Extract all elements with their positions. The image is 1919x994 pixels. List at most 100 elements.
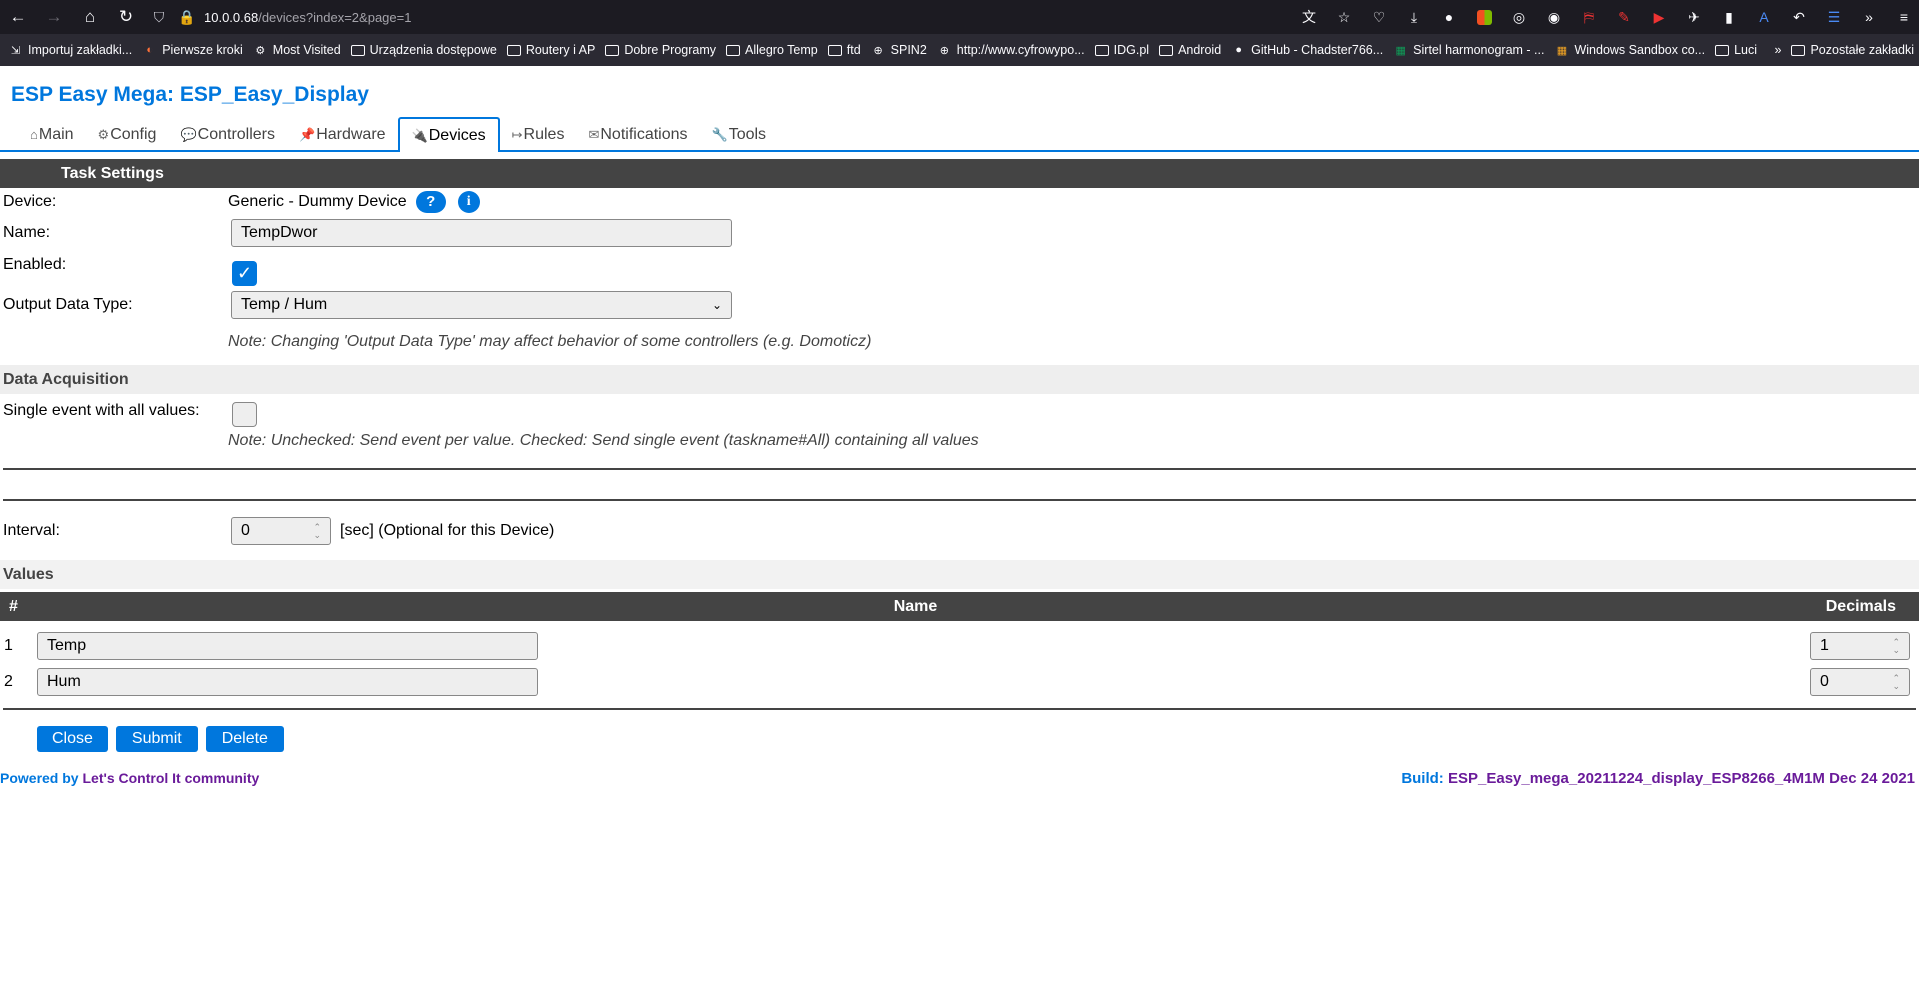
device-row: Device: Generic - Dummy Device ? i — [0, 188, 1919, 215]
value-decimals-input[interactable]: 1 ⌃ ⌄ — [1810, 632, 1910, 660]
extension-icon[interactable]: ✎ — [1609, 0, 1639, 34]
bookmark-item[interactable]: ftd — [823, 34, 866, 66]
value-decimals-input[interactable]: 0 ⌃ ⌄ — [1810, 668, 1910, 696]
extension-icon[interactable]: ⛿ — [1574, 0, 1604, 34]
spinner-icon[interactable]: ⌃ ⌄ — [1892, 674, 1900, 691]
submit-button[interactable]: Submit — [115, 726, 198, 752]
bookmark-item[interactable]: ⊕ SPIN2 — [866, 34, 932, 66]
device-label: Device: — [3, 192, 57, 210]
spinner-icon[interactable]: ⌃ ⌄ — [313, 522, 321, 539]
extension-icon[interactable]: ▮ — [1714, 0, 1744, 34]
bookmark-label: Most Visited — [272, 43, 341, 57]
bookmark-item[interactable]: Routery i AP — [502, 34, 600, 66]
tab-rules[interactable]: ↦ Rules — [500, 119, 577, 150]
powered-by: Powered by Let's Control It community — [0, 770, 259, 786]
bookmark-item[interactable]: Urządzenia dostępowe — [346, 34, 502, 66]
close-button[interactable]: Close — [37, 726, 108, 752]
main-icon: ⌂ — [30, 127, 38, 142]
back-icon[interactable]: ← — [0, 0, 36, 34]
forward-icon[interactable]: → — [36, 0, 72, 34]
output-note-row: Note: Changing 'Output Data Type' may af… — [0, 319, 1919, 365]
bookmark-item[interactable]: Android — [1154, 34, 1226, 66]
data-acquisition-header: Data Acquisition — [0, 365, 1919, 394]
devices-icon: 🔌 — [411, 127, 428, 143]
bookmark-item[interactable]: ⊕ http://www.cyfrowypo... — [932, 34, 1090, 66]
folder-icon — [726, 44, 741, 56]
tab-controllers[interactable]: 💬 Controllers — [168, 119, 287, 150]
bookmark-item[interactable]: Allegro Temp — [721, 34, 823, 66]
bookmarks-overflow-icon[interactable]: » — [1770, 34, 1787, 66]
enabled-checkbox[interactable]: ✓ — [232, 260, 257, 286]
list-icon[interactable]: ☰ — [1819, 0, 1849, 34]
tab-hardware[interactable]: 📌 Hardware — [287, 119, 398, 150]
extension-icon[interactable]: ◎ — [1504, 0, 1534, 34]
bookmark-item[interactable]: IDG.pl — [1090, 34, 1154, 66]
bookmark-item[interactable]: ● GitHub - Chadster766... — [1226, 34, 1388, 66]
reload-icon[interactable]: ↻ — [108, 0, 144, 34]
community-link[interactable]: Let's Control It community — [82, 770, 259, 786]
button-row: Close Submit Delete — [0, 710, 1919, 762]
single-event-checkbox[interactable] — [232, 402, 257, 427]
interval-label: Interval: — [3, 521, 60, 539]
bookmark-item[interactable]: ⇲ Importuj zakładki... — [0, 34, 137, 66]
extension-icon[interactable]: ● — [1434, 0, 1464, 34]
folder-icon — [1791, 44, 1806, 56]
bookmark-item[interactable]: Dobre Programy — [600, 34, 721, 66]
bookmark-item[interactable]: Luci — [1710, 34, 1762, 66]
url-host: 10.0.0.68 — [204, 9, 259, 25]
delete-button[interactable]: Delete — [205, 726, 284, 752]
tab-label: Tools — [728, 125, 767, 143]
tab-config[interactable]: ⚙ Config — [86, 119, 169, 150]
name-input[interactable]: TempDwor — [231, 218, 732, 247]
page-title[interactable]: ESP Easy Mega: ESP_Easy_Display — [0, 66, 1919, 119]
bookmark-item[interactable]: ⚙ Most Visited — [248, 34, 346, 66]
bookmark-item[interactable]: ▦ Sirtel harmonogram - ... — [1388, 34, 1549, 66]
url-path: /devices?index=2&page=1 — [258, 9, 412, 25]
translate-icon[interactable]: 文 — [1294, 0, 1324, 34]
interval-input[interactable]: 0 ⌃ ⌄ — [231, 516, 331, 545]
other-bookmarks-label: Pozostałe zakładki — [1810, 43, 1914, 57]
microsoft-icon[interactable] — [1469, 0, 1499, 34]
address-bar[interactable]: ⛉ 🔒 10.0.0.68/devices?index=2&page=1 — [148, 0, 412, 34]
shield-icon[interactable]: ⛉ — [148, 9, 170, 26]
globe-icon: ⊕ — [873, 44, 883, 57]
lock-icon[interactable]: 🔒 — [176, 9, 198, 26]
bookmark-item[interactable]: ▦ Windows Sandbox co... — [1549, 34, 1710, 66]
tab-main[interactable]: ⌂ Main — [18, 119, 86, 150]
youtube-icon[interactable]: ▶ — [1644, 0, 1674, 34]
single-event-note: Note: Unchecked: Send event per value. C… — [228, 432, 979, 449]
col-num: # — [9, 597, 18, 615]
controllers-icon: 💬 — [180, 126, 197, 142]
pocket-icon[interactable]: ♡ — [1364, 0, 1394, 34]
value-name-input[interactable]: Hum — [37, 668, 538, 696]
spinner-icon[interactable]: ⌃ ⌄ — [1892, 638, 1900, 655]
other-bookmarks[interactable]: Pozostałe zakładki — [1786, 34, 1919, 66]
info-icon[interactable]: i — [457, 190, 480, 213]
output-type-select[interactable]: Temp / Hum ⌄ — [231, 290, 732, 319]
undo-icon[interactable]: ↶ — [1784, 0, 1814, 34]
star-icon[interactable]: ☆ — [1329, 0, 1359, 34]
values-rows: 1 Temp 1 ⌃ ⌄ 2 Hum 0 ⌃ ⌄ — [0, 621, 1919, 700]
single-event-label: Single event with all values: — [3, 402, 200, 419]
sheets-icon: ▦ — [1395, 44, 1406, 57]
menu-icon[interactable]: ≡ — [1889, 0, 1919, 34]
tab-label: Notifications — [600, 125, 688, 143]
bookmark-label: Android — [1178, 43, 1222, 57]
help-icon[interactable]: ? — [415, 190, 446, 213]
extension-icon[interactable]: ◉ — [1539, 0, 1569, 34]
download-icon[interactable]: ⤓ — [1399, 0, 1429, 34]
output-type-label: Output Data Type: — [3, 295, 133, 313]
col-decimals: Decimals — [1825, 597, 1896, 615]
translate-icon[interactable]: A — [1749, 0, 1779, 34]
home-icon[interactable]: ⌂ — [72, 0, 108, 34]
overflow-icon[interactable]: » — [1854, 0, 1884, 34]
interval-value: 0 — [241, 521, 250, 539]
bookmark-label: Dobre Programy — [624, 43, 717, 57]
tab-notifications[interactable]: ✉ Notifications — [576, 119, 699, 150]
tab-devices[interactable]: 🔌 Devices — [397, 117, 500, 152]
bookmarks-right: » Pozostałe zakładki — [1769, 34, 1919, 66]
value-name-input[interactable]: Temp — [37, 632, 538, 660]
tab-tools[interactable]: 🔧 Tools — [700, 119, 779, 150]
bookmark-item[interactable]: ◐ Pierwsze kroki — [137, 34, 248, 66]
extension-icon[interactable]: ✈ — [1679, 0, 1709, 34]
